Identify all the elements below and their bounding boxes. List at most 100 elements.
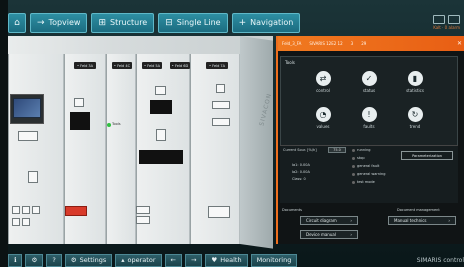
back-button[interactable]: ← bbox=[164, 253, 182, 267]
device-module[interactable] bbox=[216, 84, 225, 93]
status-label: general warning bbox=[357, 172, 386, 176]
help-button[interactable]: ⚙ bbox=[25, 253, 44, 267]
tool-status[interactable]: ✓ status bbox=[349, 71, 389, 93]
cabinet-column-1[interactable] bbox=[8, 54, 64, 244]
operator-panel-screen[interactable] bbox=[13, 98, 41, 118]
status-item: test mode bbox=[352, 180, 375, 184]
tool-trend[interactable]: ↻ trend bbox=[395, 107, 435, 129]
device-manual-button[interactable]: Device manual › bbox=[300, 230, 358, 239]
help-icon: ⚙ bbox=[31, 256, 38, 264]
panel-subtitle: SIVARIS 12E2 12 bbox=[309, 41, 343, 46]
navigation-label: Navigation bbox=[250, 18, 294, 27]
feeder-label-strip: • Feld 6D bbox=[170, 62, 190, 69]
chevron-right-icon: › bbox=[350, 232, 352, 237]
tool-statistics[interactable]: ▮ statistics bbox=[395, 71, 435, 93]
documents-section: Documents Document management Circuit di… bbox=[280, 208, 464, 242]
monitor-icon[interactable] bbox=[448, 15, 460, 24]
top-right-status: Kalt · 0 alarm bbox=[433, 15, 460, 30]
tool-values[interactable]: ◔ values bbox=[303, 107, 343, 129]
device-module[interactable] bbox=[12, 218, 20, 226]
panel-title: Feld_3_FA bbox=[282, 41, 302, 46]
check-icon: ✓ bbox=[361, 71, 377, 86]
device-module[interactable] bbox=[136, 216, 150, 224]
settings-button[interactable]: ⚙ Settings bbox=[64, 253, 113, 267]
device-module[interactable] bbox=[12, 206, 20, 214]
forward-button[interactable]: → bbox=[184, 253, 203, 267]
feeder-label-strip: • Feld 3A bbox=[74, 62, 96, 69]
device-module[interactable] bbox=[212, 101, 230, 109]
monitoring-button[interactable]: Monitoring bbox=[250, 253, 298, 267]
settings-icon: ⚙ bbox=[70, 256, 77, 264]
device-module[interactable] bbox=[74, 98, 84, 107]
tool-label: statistics bbox=[406, 88, 424, 93]
measurement-line: Class: 0 bbox=[292, 177, 306, 181]
cabinet-side-panel bbox=[240, 36, 273, 249]
status-item: general warning bbox=[352, 172, 385, 176]
tools-tag: Tools bbox=[112, 122, 121, 126]
measurement-input[interactable]: 75.0 bbox=[328, 147, 346, 153]
close-icon[interactable]: ✕ bbox=[457, 40, 462, 47]
cabinet-column-3[interactable] bbox=[106, 54, 136, 244]
measurement-section: Current Sour. [%/h] 75.0 Ia1: 0.00A Ia2:… bbox=[280, 145, 458, 203]
tool-control[interactable]: ⇄ control bbox=[303, 71, 343, 93]
health-button[interactable]: ♥ Health bbox=[205, 253, 248, 267]
top-navigation-bar: ⌂ → Topview ⊞ Structure ⊟ Single Line + … bbox=[8, 11, 460, 34]
device-module[interactable] bbox=[18, 131, 38, 141]
navigation-button[interactable]: + Navigation bbox=[231, 12, 301, 33]
tool-label: values bbox=[316, 124, 330, 129]
measuring-device[interactable] bbox=[139, 150, 183, 164]
topview-button[interactable]: → Topview bbox=[30, 12, 88, 33]
tools-title: Tools bbox=[285, 60, 295, 65]
hmi-screen: ⌂ → Topview ⊞ Structure ⊟ Single Line + … bbox=[0, 0, 464, 267]
single-line-label: Single Line bbox=[176, 18, 221, 27]
home-button[interactable]: ⌂ bbox=[8, 12, 26, 33]
feeder-label-strip: • Feld 7A bbox=[206, 62, 228, 69]
tool-label: control bbox=[316, 88, 330, 93]
status-label: running bbox=[357, 148, 371, 152]
device-module[interactable] bbox=[156, 129, 166, 141]
device-module[interactable] bbox=[136, 206, 150, 214]
left-edge bbox=[0, 0, 8, 267]
system-status-text: Kalt · 0 alarm bbox=[433, 25, 460, 30]
tool-faults[interactable]: ! faults bbox=[349, 107, 389, 129]
info-button[interactable]: ℹ bbox=[8, 253, 23, 267]
alarm-indicator[interactable] bbox=[65, 206, 87, 216]
structure-label: Structure bbox=[110, 18, 148, 27]
structure-button[interactable]: ⊞ Structure bbox=[91, 12, 155, 33]
health-icon: ♥ bbox=[211, 256, 218, 264]
status-label: general fault bbox=[357, 164, 380, 168]
chevron-right-icon: › bbox=[448, 218, 450, 223]
panel-count: 29 bbox=[361, 41, 367, 46]
device-module[interactable] bbox=[32, 206, 40, 214]
exclamation-icon: ! bbox=[361, 107, 377, 122]
status-label: stop bbox=[357, 156, 365, 160]
status-bullet-icon bbox=[352, 156, 355, 160]
device-module[interactable] bbox=[212, 118, 230, 126]
device-module[interactable] bbox=[22, 206, 30, 214]
measurement-label: Current Sour. [%/h] bbox=[283, 148, 317, 152]
manual-technics-button[interactable]: Manual technics › bbox=[388, 216, 456, 225]
arrow-icon: → bbox=[37, 17, 45, 28]
circuit-diagram-button[interactable]: Circuit diagram › bbox=[300, 216, 358, 225]
device-module[interactable] bbox=[208, 206, 230, 218]
topview-label: Topview bbox=[48, 18, 81, 27]
operator-button[interactable]: ▴ operator bbox=[115, 253, 162, 267]
measuring-device[interactable] bbox=[150, 100, 172, 114]
device-module[interactable] bbox=[155, 86, 166, 95]
panel-header: Feld_3_FA SIVARIS 12E2 12 3 29 ✕ bbox=[278, 36, 464, 51]
question-button[interactable]: ? bbox=[46, 253, 62, 267]
device-module[interactable] bbox=[22, 218, 30, 226]
operator-label: operator bbox=[127, 256, 156, 264]
single-line-button[interactable]: ⊟ Single Line bbox=[158, 12, 228, 33]
measuring-device[interactable] bbox=[70, 112, 90, 130]
parameterization-button[interactable]: Parameterization bbox=[401, 151, 453, 160]
status-item: running bbox=[352, 148, 371, 152]
device-module[interactable] bbox=[28, 171, 38, 183]
tool-label: status bbox=[362, 88, 376, 93]
status-led-icon bbox=[107, 123, 111, 127]
switchgear-cabinet-view[interactable]: SIVACON • Feld 3A • Feld 4C • Feld 5A • … bbox=[8, 36, 273, 249]
bottom-toolbar: ℹ ⚙ ? ⚙ Settings ▴ operator ← → ♥ Health… bbox=[8, 253, 464, 267]
status-item: stop bbox=[352, 156, 365, 160]
printer-icon[interactable] bbox=[433, 15, 445, 24]
home-icon: ⌂ bbox=[14, 17, 20, 28]
